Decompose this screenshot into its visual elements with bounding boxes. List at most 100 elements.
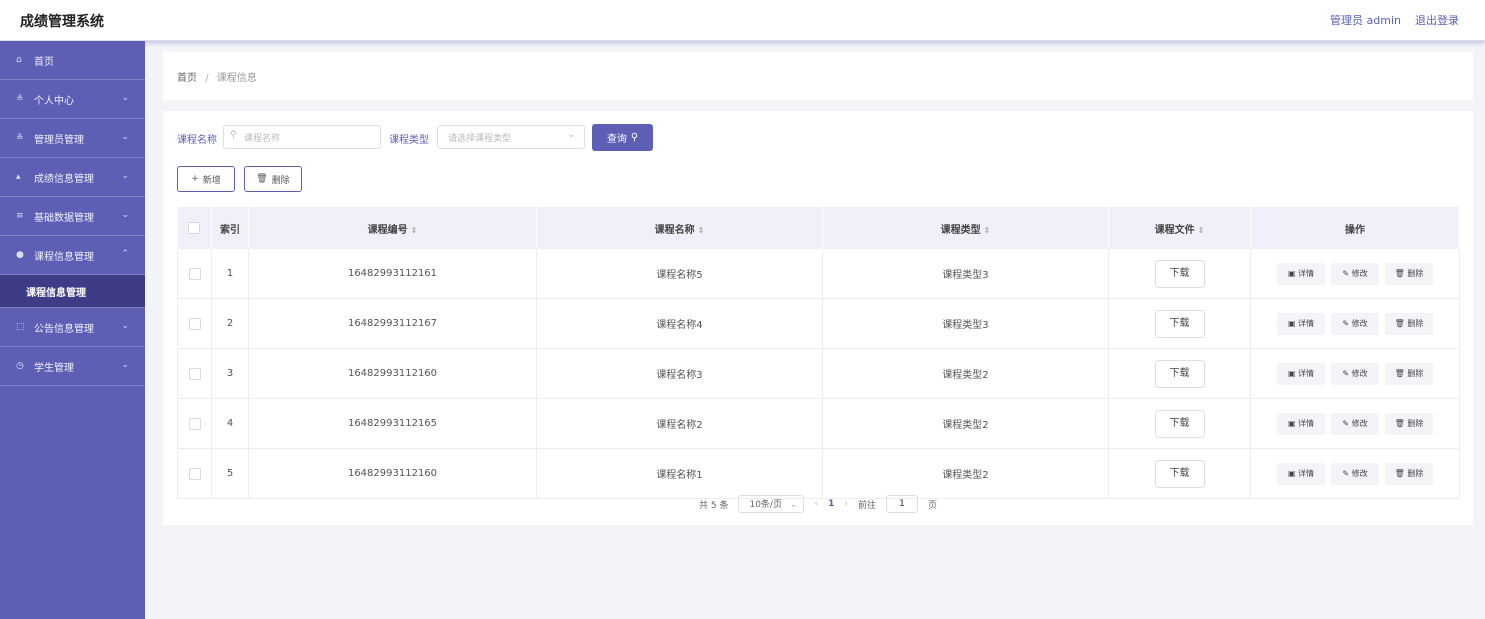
top-right-links: 管理员 admin 退出登录 [1330,12,1459,28]
row-select[interactable] [177,448,212,499]
query-button[interactable]: 查询 ⚲ [592,124,653,151]
delete-button[interactable]: 🗑 删除 [244,166,302,192]
cell-course-name: 课程名称1 [536,448,823,499]
detail-button[interactable]: ▣ 详情 [1277,262,1325,285]
clock-icon: ◷ [16,361,24,371]
page-size-value: 10条/页 [749,500,782,510]
table-row: 3 16482993112160 课程名称3 课程类型2 下载 ▣ 详情 ✎ 修改… [177,348,1460,399]
edit-icon: ✎ [1342,368,1352,378]
detail-button[interactable]: ▣ 详情 [1277,462,1325,485]
row-delete-button[interactable]: 🗑 删除 [1385,462,1433,485]
detail-label: 详情 [1298,368,1315,378]
detail-button[interactable]: ▣ 详情 [1277,412,1325,435]
row-select[interactable] [177,348,212,399]
sort-icon[interactable]: ⇕ [411,226,418,235]
header-course-file-label: 课程文件 [1154,224,1195,236]
cell-operations: ▣ 详情 ✎ 修改 🗑 删除 [1250,448,1460,499]
sort-icon[interactable]: ⇕ [1198,226,1205,235]
breadcrumb-home[interactable]: 首页 [177,73,197,84]
logout-link[interactable]: 退出登录 [1415,12,1459,28]
trash-icon: 🗑 [1394,468,1408,478]
page-size-select[interactable]: 10条/页 ⌄ [738,495,805,513]
query-button-label: 查询 [606,134,627,145]
edit-button[interactable]: ✎ 修改 [1331,412,1379,435]
sidebar-item-course-management[interactable]: ● 课程信息管理 ⌃ [0,236,145,275]
row-select[interactable] [177,249,212,299]
edit-label: 修改 [1351,368,1368,378]
sidebar-item-notice-management[interactable]: ⬚ 公告信息管理 ⌄ [0,308,145,347]
trash-icon: 🗑 [1394,368,1408,378]
table-row: 5 16482993112160 课程名称1 课程类型2 下载 ▣ 详情 ✎ 修改… [177,448,1460,499]
detail-icon: ▣ [1287,318,1299,328]
row-checkbox[interactable] [188,317,201,330]
add-button[interactable]: + 新增 [177,166,235,192]
row-checkbox[interactable] [188,367,201,380]
table-row: 1 16482993112161 课程名称5 课程类型3 下载 ▣ 详情 ✎ 修改… [177,249,1460,299]
goto-page-input[interactable]: 1 [885,495,918,513]
edit-button[interactable]: ✎ 修改 [1331,312,1379,335]
course-name-input[interactable]: ⚲ 课程名称 [223,125,381,149]
row-select[interactable] [177,298,212,349]
sidebar-item-home[interactable]: ⌂ 首页 [0,41,145,80]
edit-button[interactable]: ✎ 修改 [1331,362,1379,385]
sidebar: ⌂ 首页 ≗ 个人中心 ⌄ ≗ 管理员管理 ⌄ ▴ 成绩信息管理 ⌄ ≡ 基础数… [0,41,145,619]
row-delete-button[interactable]: 🗑 删除 [1385,312,1433,335]
cell-course-type: 课程类型2 [822,348,1109,399]
header-course-type[interactable]: 课程类型 ⇕ [822,207,1109,249]
row-checkbox[interactable] [188,467,201,480]
sort-icon[interactable]: ⇕ [984,226,991,235]
row-delete-button[interactable]: 🗑 删除 [1385,412,1433,435]
select-all-header[interactable] [177,207,212,249]
download-button[interactable]: 下载 [1154,259,1205,288]
edit-button[interactable]: ✎ 修改 [1331,262,1379,285]
detail-button[interactable]: ▣ 详情 [1277,362,1325,385]
sidebar-subitem-course-info[interactable]: 课程信息管理 [0,275,145,308]
sidebar-item-label: 公告信息管理 [34,323,94,335]
header-course-file[interactable]: 课程文件 ⇕ [1108,207,1251,249]
course-type-select[interactable]: 请选择课程类型 ⌄ [437,125,585,149]
sidebar-item-admin-management[interactable]: ≗ 管理员管理 ⌄ [0,119,145,158]
sidebar-item-label: 管理员管理 [34,134,84,146]
current-page-number[interactable]: 1 [828,499,834,509]
download-button[interactable]: 下载 [1154,359,1205,388]
chevron-up-icon: ⌃ [121,249,129,259]
course-table: 索引 课程编号 ⇕ 课程名称 ⇕ 课程类型 ⇕ 课程文件 ⇕ 操作 1 16482993… [177,207,1460,499]
trash-icon: 🗑 [256,174,268,184]
row-checkbox[interactable] [188,417,201,430]
row-checkbox[interactable] [188,267,201,280]
prev-page-icon[interactable]: ‹ [814,499,818,509]
trash-icon: 🗑 [1394,318,1408,328]
download-button[interactable]: 下载 [1154,409,1205,438]
edit-icon: ✎ [1342,318,1352,328]
edit-label: 修改 [1351,468,1368,478]
cell-course-code: 16482993112165 [248,398,537,449]
admin-user-link[interactable]: 管理员 admin [1330,12,1401,28]
delete-label: 删除 [1407,318,1424,328]
download-button[interactable]: 下载 [1154,459,1205,488]
sidebar-item-personal-center[interactable]: ≗ 个人中心 ⌄ [0,80,145,119]
download-button[interactable]: 下载 [1154,309,1205,338]
header-course-name-label: 课程名称 [654,224,695,236]
person-icon: ≗ [16,94,24,104]
next-page-icon[interactable]: › [844,499,848,509]
header-course-name[interactable]: 课程名称 ⇕ [536,207,823,249]
edit-button[interactable]: ✎ 修改 [1331,462,1379,485]
header-index: 索引 [211,207,249,249]
edit-label: 修改 [1351,318,1368,328]
sidebar-item-label: 学生管理 [34,362,74,374]
row-select[interactable] [177,398,212,449]
course-name-label: 课程名称 [177,135,217,146]
trash-icon: 🗑 [1394,418,1408,428]
select-all-checkbox[interactable] [188,222,201,234]
sort-icon[interactable]: ⇕ [698,226,705,235]
table-row: 4 16482993112165 课程名称2 课程类型2 下载 ▣ 详情 ✎ 修改… [177,398,1460,449]
sidebar-item-student-management[interactable]: ◷ 学生管理 ⌄ [0,347,145,386]
row-delete-button[interactable]: 🗑 删除 [1385,362,1433,385]
detail-button[interactable]: ▣ 详情 [1277,312,1325,335]
home-icon: ⌂ [16,55,22,65]
row-delete-button[interactable]: 🗑 删除 [1385,262,1433,285]
sidebar-item-basic-data-management[interactable]: ≡ 基础数据管理 ⌄ [0,197,145,236]
detail-icon: ▣ [1287,468,1299,478]
header-course-code[interactable]: 课程编号 ⇕ [248,207,537,249]
sidebar-item-grade-management[interactable]: ▴ 成绩信息管理 ⌄ [0,158,145,197]
